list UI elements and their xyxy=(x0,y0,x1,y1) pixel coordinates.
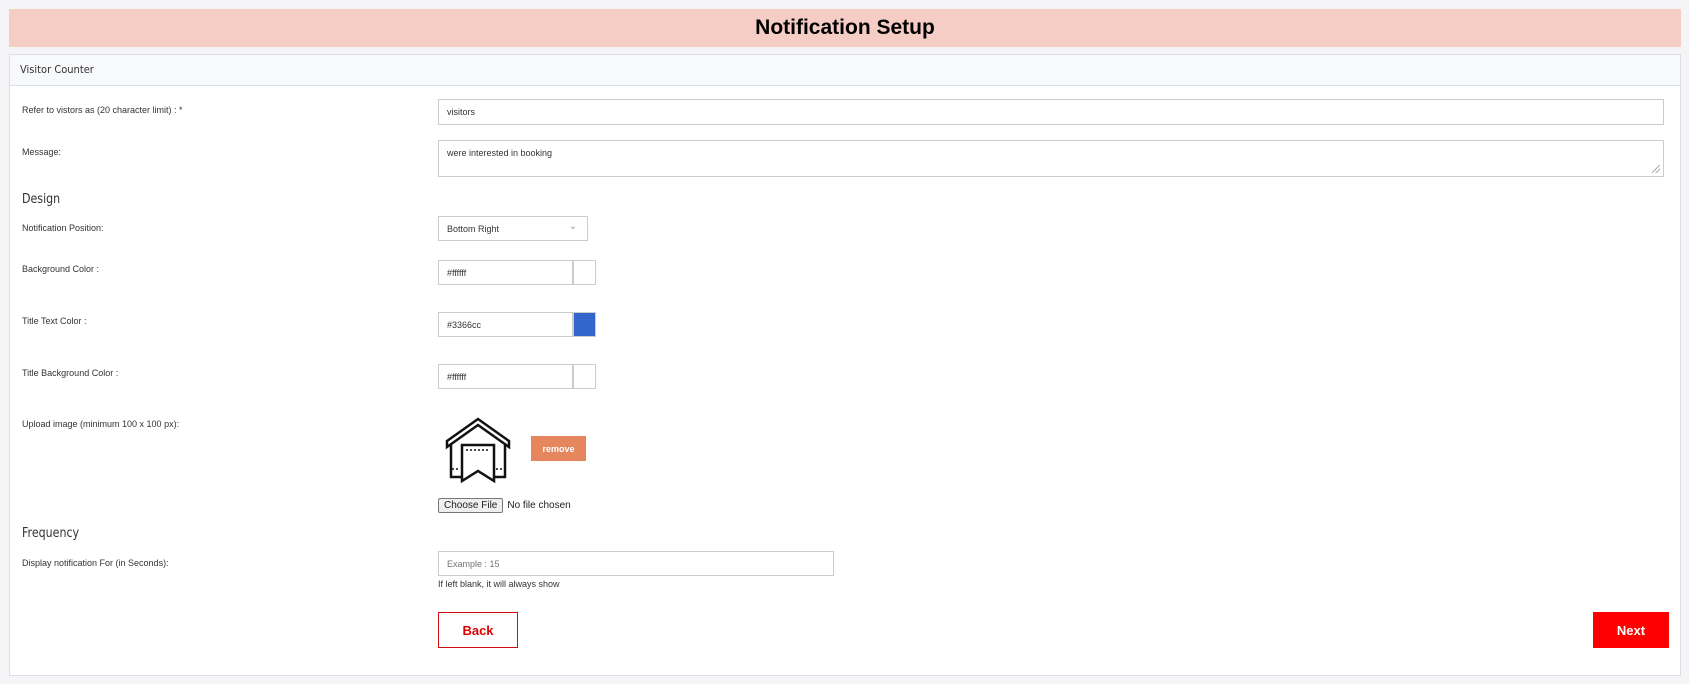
bg-color-input[interactable]: #ffffff xyxy=(438,260,573,285)
position-value: Bottom Right xyxy=(447,223,500,234)
resize-handle-icon[interactable] xyxy=(1652,165,1660,173)
panel-title: Visitor Counter xyxy=(10,55,1680,86)
display-duration-input[interactable] xyxy=(438,551,834,576)
title-text-color-label: Title Text Color : xyxy=(22,316,87,326)
choose-file-button[interactable]: Choose File xyxy=(438,498,504,513)
display-duration-label: Display notification For (in Seconds): xyxy=(22,558,169,568)
frequency-heading: Frequency xyxy=(22,526,80,541)
title-bg-color-input[interactable]: #ffffff xyxy=(438,364,573,389)
position-label: Notification Position: xyxy=(22,223,104,233)
upload-label: Upload image (minimum 100 x 100 px): xyxy=(22,419,180,429)
display-duration-hint: If left blank, it will always show xyxy=(438,579,560,589)
refer-label: Refer to vistors as (20 character limit)… xyxy=(22,105,183,115)
design-heading: Design xyxy=(22,192,61,207)
refer-input[interactable]: visitors xyxy=(438,99,1664,125)
next-button[interactable]: Next xyxy=(1593,612,1669,648)
page-title: Notification Setup xyxy=(9,9,1681,47)
title-bg-color-swatch[interactable] xyxy=(573,364,596,389)
garage-image-icon xyxy=(445,417,511,483)
title-bg-color-label: Title Background Color : xyxy=(22,368,119,378)
position-select[interactable]: Bottom Right ⌄ xyxy=(438,216,588,241)
message-textarea[interactable]: were interested in booking xyxy=(438,140,1664,177)
message-label: Message: xyxy=(22,147,62,157)
title-text-color-input[interactable]: #3366cc xyxy=(438,312,573,337)
remove-image-button[interactable]: remove xyxy=(531,436,586,461)
chevron-down-icon: ⌄ xyxy=(568,221,577,232)
back-button[interactable]: Back xyxy=(438,612,518,648)
title-text-color-swatch[interactable] xyxy=(573,312,596,337)
no-file-text: No file chosen xyxy=(507,500,571,511)
bg-color-swatch[interactable] xyxy=(573,260,596,285)
bg-color-label: Background Color : xyxy=(22,264,100,274)
